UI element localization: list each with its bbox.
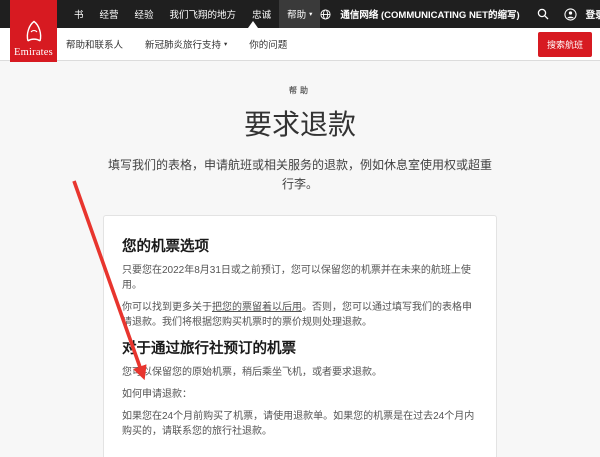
travel-agent-heading: 对于通过旅行社预订的机票 bbox=[122, 337, 478, 358]
nav-item-manage[interactable]: 经营 bbox=[92, 0, 127, 28]
travel-agent-paragraph-1: 您可以保留您的原始机票，稍后乘坐飞机，或者要求退款。 bbox=[122, 365, 478, 380]
search-flights-button[interactable]: 搜索航班 bbox=[538, 32, 592, 57]
ticket-options-paragraph-2: 你可以找到更多关于把您的票留着以后用。否则，您可以通过填写我们的表格申请退款。我… bbox=[122, 300, 478, 330]
globe-icon[interactable] bbox=[320, 9, 331, 20]
ticket-options-paragraph-1: 只要您在2022年8月31日或之前预订，您可以保留您的机票并在未来的航班上使用。 bbox=[122, 263, 478, 293]
nav-item-help[interactable]: 帮助 ▾ bbox=[279, 0, 320, 28]
top-navigation-bar: 书 经营 经验 我们飞翔的地方 忠诚 帮助 ▾ 通信网络 (COMMUNICAT… bbox=[0, 0, 600, 28]
page-title: 要求退款 bbox=[0, 103, 600, 143]
page-description: 填写我们的表格，申请航班或相关服务的退款，例如休息室使用权或超重行李。 bbox=[104, 156, 496, 193]
chevron-down-icon: ▾ bbox=[309, 10, 312, 18]
emirates-logo[interactable]: Emirates bbox=[10, 0, 57, 62]
language-selector[interactable]: 通信网络 (COMMUNICATING NET的缩写) bbox=[340, 7, 519, 21]
chevron-down-icon: ▾ bbox=[224, 40, 227, 48]
primary-nav: 书 经营 经验 我们飞翔的地方 忠诚 帮助 ▾ bbox=[66, 0, 320, 28]
page-header: 帮助 要求退款 填写我们的表格，申请航班或相关服务的退款，例如休息室使用权或超重… bbox=[0, 61, 600, 193]
account-icon[interactable] bbox=[564, 8, 577, 21]
emirates-wordmark: Emirates bbox=[14, 47, 53, 58]
nav-item-experience[interactable]: 经验 bbox=[127, 0, 162, 28]
ticket-options-heading: 您的机票选项 bbox=[122, 235, 478, 256]
active-menu-caret bbox=[248, 21, 258, 28]
topbar-utilities: 通信网络 (COMMUNICATING NET的缩写) 登录 bbox=[320, 7, 600, 21]
help-sub-navigation: 帮助和联系人 新冠肺炎旅行支持 ▾ 你的问题 搜索航班 bbox=[0, 28, 600, 61]
keep-ticket-link[interactable]: 把您的票留着以后用 bbox=[212, 302, 302, 313]
emirates-calligraphy-icon bbox=[23, 19, 45, 47]
breadcrumb-eyebrow: 帮助 bbox=[0, 85, 600, 96]
travel-agent-paragraph-3: 如果您在24个月前购买了机票，请使用退款单。如果您的机票是在过去24个月内购买的… bbox=[122, 409, 478, 439]
subnav-covid-travel-support[interactable]: 新冠肺炎旅行支持 ▾ bbox=[145, 37, 227, 51]
subnav-your-questions[interactable]: 你的问题 bbox=[249, 37, 287, 51]
subnav-help-and-contacts[interactable]: 帮助和联系人 bbox=[66, 37, 123, 51]
nav-item-book[interactable]: 书 bbox=[66, 0, 92, 28]
ticket-options-card: 您的机票选项 只要您在2022年8月31日或之前预订，您可以保留您的机票并在未来… bbox=[103, 215, 497, 457]
search-icon[interactable] bbox=[537, 8, 549, 20]
travel-agent-paragraph-2: 如何申请退款： bbox=[122, 387, 478, 402]
login-link[interactable]: 登录 bbox=[586, 7, 600, 21]
nav-item-where-we-fly[interactable]: 我们飞翔的地方 bbox=[162, 0, 245, 28]
